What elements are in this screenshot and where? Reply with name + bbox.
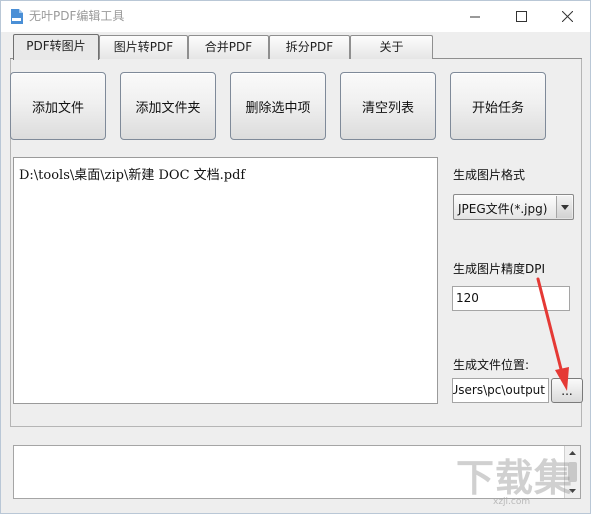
output-path-input[interactable]: \Users\pc\output [452,378,549,403]
tab-bar: PDF转图片 图片转PDF 合并PDF 拆分PDF 关于 [10,34,582,61]
tab-merge-pdf[interactable]: 合并PDF [188,35,269,59]
tab-about[interactable]: 关于 [350,35,433,59]
browse-button[interactable]: ... [551,378,583,403]
output-path-value: \Users\pc\output [452,383,545,397]
minimize-button[interactable] [452,1,498,32]
format-select[interactable]: JPEG文件(*.jpg) [453,194,574,220]
tab-pdf-to-image[interactable]: PDF转图片 [13,34,99,60]
file-list[interactable]: D:\tools\桌面\zip\新建 DOC 文档.pdf [13,157,438,404]
delete-selected-button[interactable]: 删除选中项 [230,72,326,140]
add-folder-button[interactable]: 添加文件夹 [120,72,216,140]
format-select-value: JPEG文件(*.jpg) [458,202,548,216]
minimize-icon [469,16,480,18]
dpi-input[interactable]: 120 [452,286,570,311]
output-location-label: 生成文件位置: [453,358,530,372]
add-file-button[interactable]: 添加文件 [10,72,106,140]
watermark-logo: 下载集 [456,456,574,500]
chevron-down-icon [560,204,569,210]
app-window: 无叶PDF编辑工具 PDF转图片 图片转PDF 合并PDF 拆分PDF 关于 添… [0,0,591,514]
pdf-app-icon [11,9,23,24]
start-task-button[interactable]: 开始任务 [450,72,546,140]
maximize-icon [515,11,527,22]
close-button[interactable] [544,1,590,32]
dropdown-arrow [556,196,572,218]
close-icon [561,11,573,22]
format-label: 生成图片格式 [453,168,526,182]
tab-image-to-pdf[interactable]: 图片转PDF [99,35,188,59]
tab-split-pdf[interactable]: 拆分PDF [269,35,350,59]
dpi-label: 生成图片精度DPI [453,262,546,276]
clear-list-button[interactable]: 清空列表 [340,72,436,140]
list-item[interactable]: D:\tools\桌面\zip\新建 DOC 文档.pdf [19,164,245,183]
title-bar: 无叶PDF编辑工具 [1,1,590,32]
window-title: 无叶PDF编辑工具 [29,9,125,23]
watermark-url: xzji.com [493,497,531,507]
maximize-button[interactable] [498,1,544,32]
